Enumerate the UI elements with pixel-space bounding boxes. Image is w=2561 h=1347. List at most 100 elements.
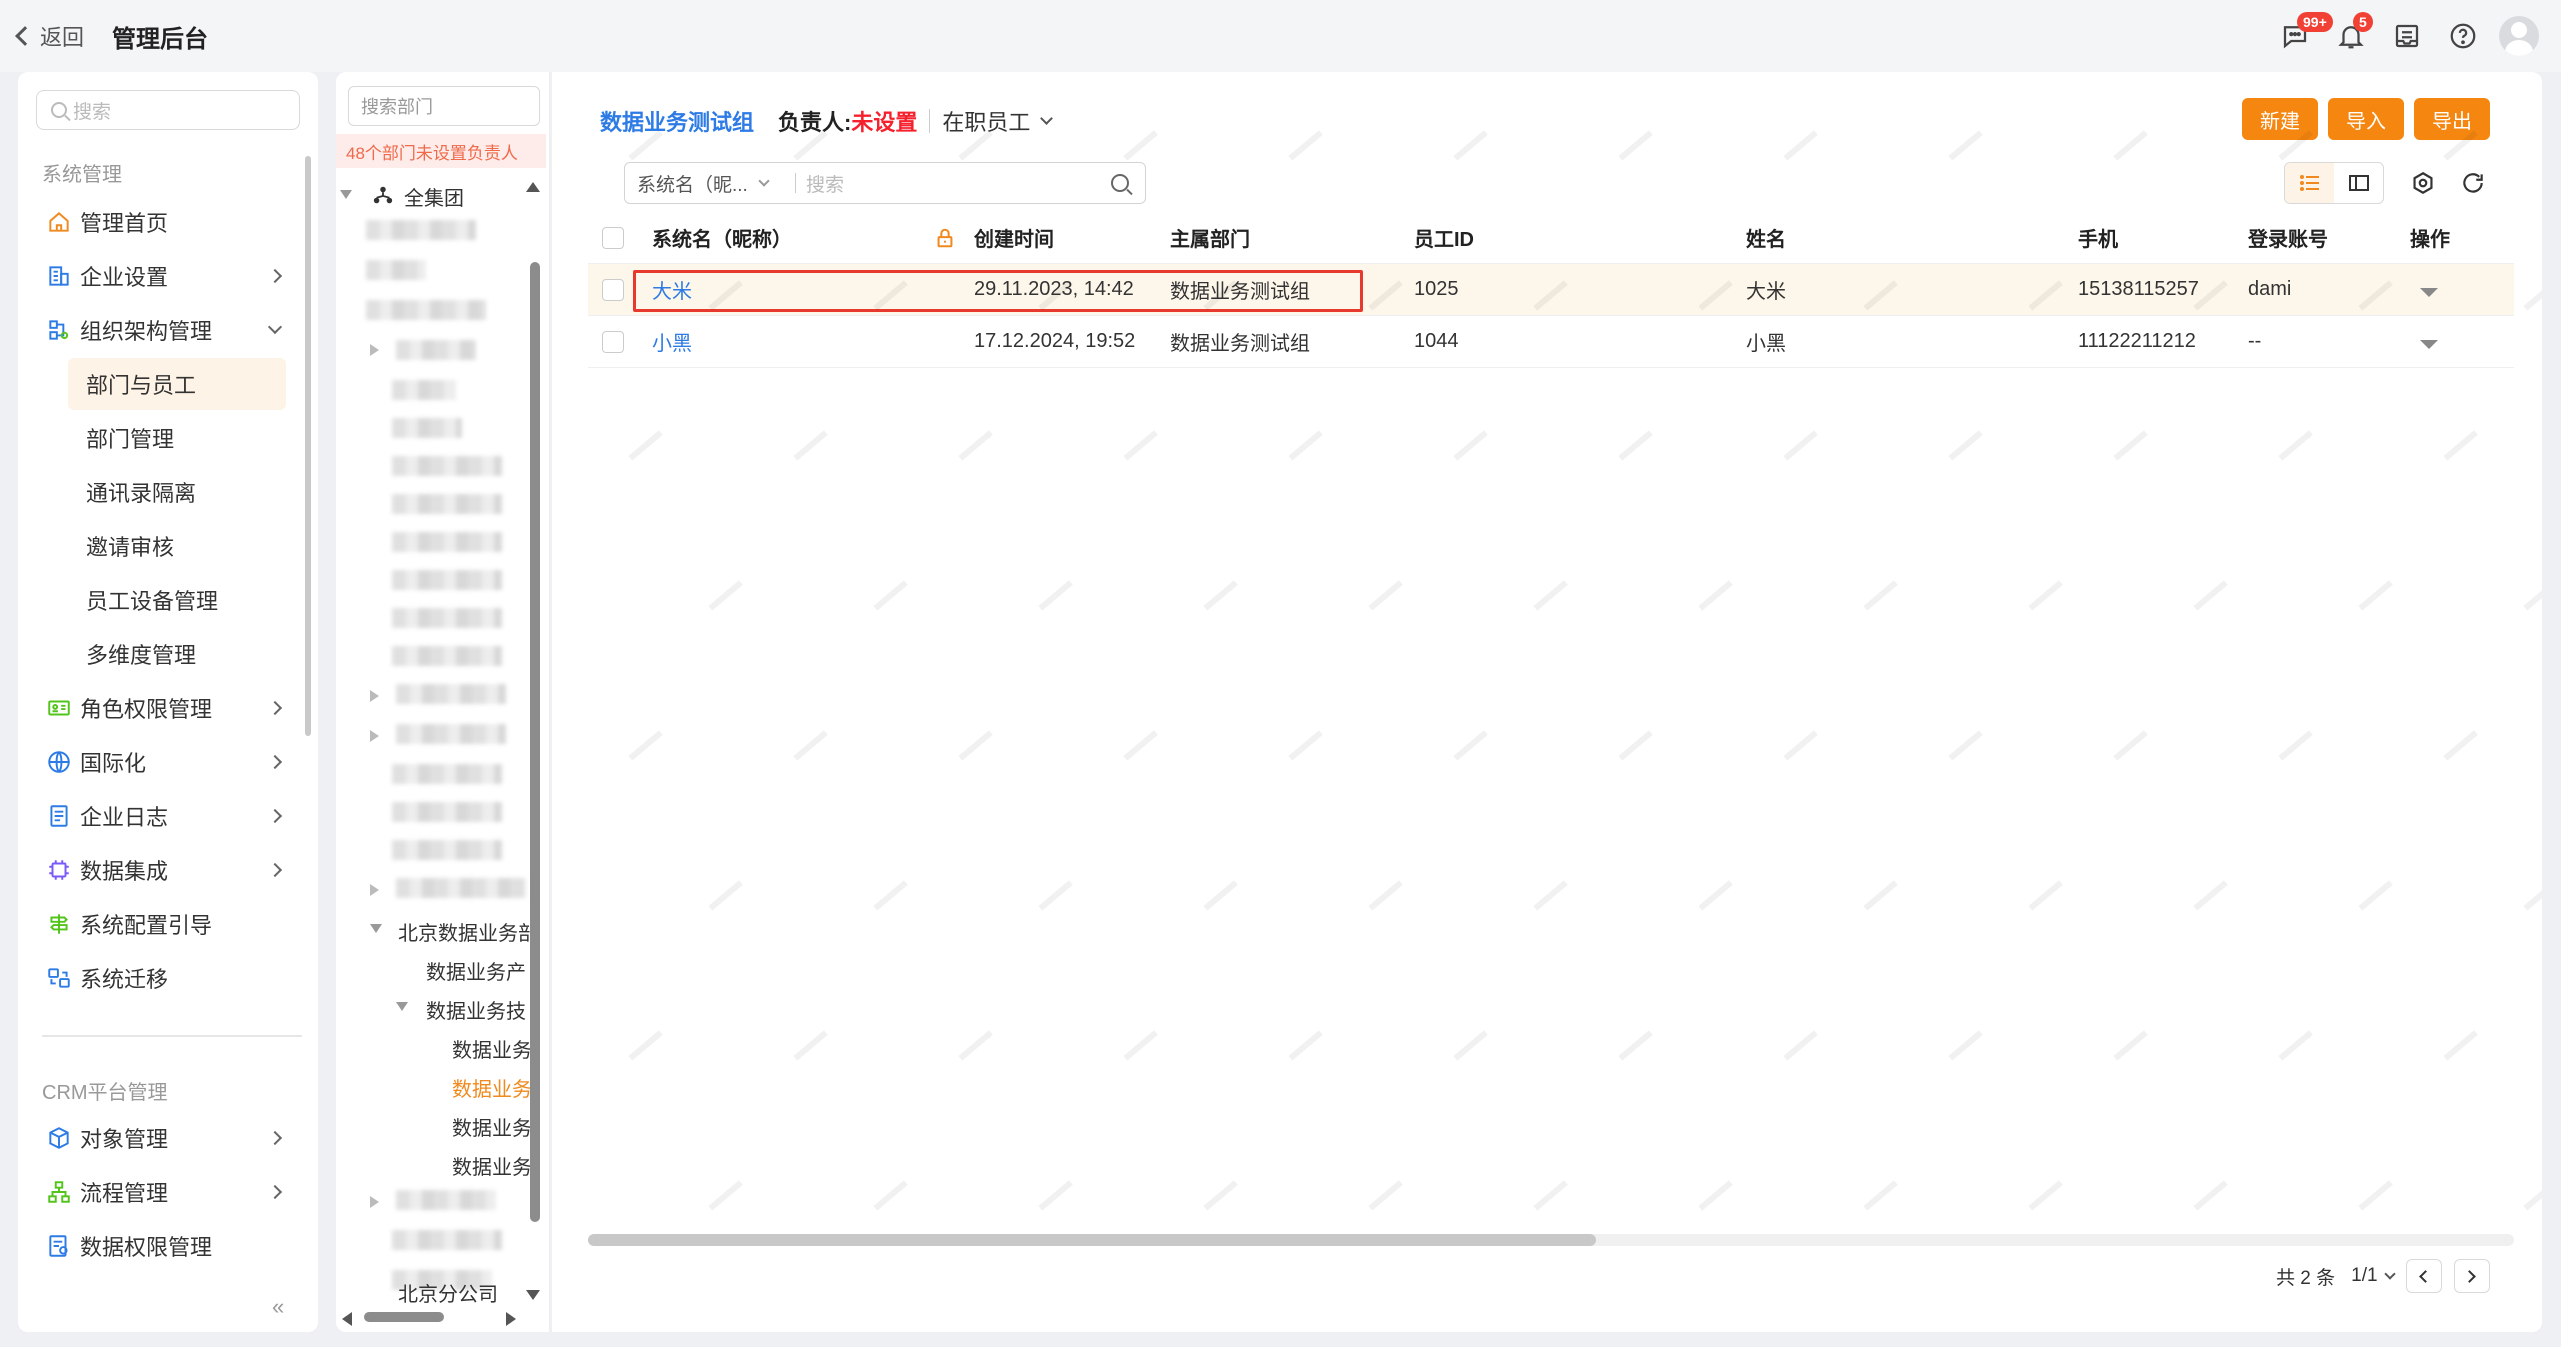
col-account[interactable]: 登录账号 <box>2248 223 2328 252</box>
tree-vertical-scrollbar[interactable] <box>530 262 540 1222</box>
row-nickname-link[interactable]: 小黑 <box>652 327 692 356</box>
lock-icon[interactable] <box>934 226 956 250</box>
tree-node-beijing-data[interactable]: 北京数据业务部 <box>398 917 538 946</box>
tree-node-leaf[interactable]: 数据业务 <box>452 1112 532 1141</box>
row-name: 小黑 <box>1746 333 1786 355</box>
scroll-down-icon[interactable] <box>526 1290 540 1300</box>
sidebar-sub-dept-employee[interactable]: 部门与员工 <box>68 358 286 410</box>
group-crm-label: CRM平台管理 <box>42 1082 168 1104</box>
table-row[interactable]: 大米 29.11.2023, 14:42 数据业务测试组 1025 大米 151… <box>588 264 2514 316</box>
caret-right-icon[interactable] <box>370 730 379 742</box>
sidebar-item-label: 国际化 <box>80 751 147 776</box>
sidebar-item-config-guide[interactable]: 系统配置引导 <box>38 898 294 950</box>
sidebar-search-input[interactable]: 搜索 <box>36 90 300 130</box>
sidebar-item-role-permissions[interactable]: 角色权限管理 <box>38 682 294 734</box>
owner-info[interactable]: 负责人:未设置 <box>778 105 917 137</box>
tasks-button[interactable] <box>2379 10 2435 62</box>
split-view-button[interactable] <box>2334 163 2383 203</box>
col-employee-id[interactable]: 员工ID <box>1414 223 1474 252</box>
sidebar-item-system-migration[interactable]: 系统迁移 <box>38 952 294 1004</box>
row-checkbox[interactable] <box>602 330 624 353</box>
caret-right-icon[interactable] <box>370 1196 379 1208</box>
next-page-button[interactable] <box>2453 1259 2490 1293</box>
import-button[interactable]: 导入 <box>2328 98 2404 140</box>
col-created[interactable]: 创建时间 <box>974 223 1054 252</box>
row-actions-dropdown[interactable] <box>2420 340 2438 349</box>
settings-button[interactable] <box>2408 168 2438 198</box>
caret-right-icon[interactable] <box>370 884 379 896</box>
sidebar-sub-invite-review[interactable]: 邀请审核 <box>68 520 288 572</box>
tree-horizontal-scrollbar[interactable] <box>364 1312 444 1322</box>
row-checkbox[interactable] <box>602 278 624 301</box>
caret-right-icon[interactable] <box>370 344 379 356</box>
new-button[interactable]: 新建 <box>2242 98 2318 140</box>
caret-down-icon[interactable] <box>370 924 382 933</box>
sidebar-item-object-management[interactable]: 对象管理 <box>38 1112 294 1164</box>
view-toggle <box>2284 162 2384 204</box>
col-nickname[interactable]: 系统名（昵称） <box>652 223 792 252</box>
col-name[interactable]: 姓名 <box>1746 223 1786 252</box>
sidebar-item-flow-management[interactable]: 流程管理 <box>38 1166 294 1218</box>
sidebar-collapse-button[interactable]: « <box>272 1294 284 1320</box>
search-field-select[interactable]: 系统名（昵... <box>625 170 785 197</box>
sidebar-search-placeholder: 搜索 <box>73 101 112 123</box>
scroll-left-icon[interactable] <box>342 1312 352 1326</box>
caret-down-icon[interactable] <box>340 190 352 199</box>
home-icon <box>49 212 69 232</box>
dept-owner-warning[interactable]: 48个部门未设置负责人 <box>336 134 546 168</box>
help-button[interactable] <box>2435 10 2491 62</box>
search-icon <box>51 102 67 118</box>
tree-node-selected[interactable]: 数据业务 <box>452 1073 532 1102</box>
employee-status-select[interactable]: 在职员工 <box>942 105 1054 137</box>
row-phone: 15138115257 <box>2078 278 2199 300</box>
col-dept[interactable]: 主属部门 <box>1170 223 1250 252</box>
redacted-node <box>396 878 526 898</box>
sidebar-sub-dept-management[interactable]: 部门管理 <box>68 412 288 464</box>
scroll-right-icon[interactable] <box>506 1312 516 1326</box>
table-scrollbar[interactable] <box>588 1234 1596 1246</box>
sidebar-item-enterprise-log[interactable]: 企业日志 <box>38 790 294 842</box>
caret-down-icon[interactable] <box>396 1002 408 1011</box>
top-bar: 返回 管理后台 99+ 5 <box>0 0 2561 72</box>
row-created: 17.12.2024, 19:52 <box>974 330 1136 352</box>
search-icon[interactable] <box>1111 174 1129 192</box>
scroll-up-icon[interactable] <box>526 182 540 192</box>
tree-node-beijing-branch[interactable]: 北京分公司 <box>398 1278 498 1307</box>
sidebar-item-org-management[interactable]: 组织架构管理 <box>38 304 294 356</box>
chevron-down-icon <box>758 174 770 187</box>
export-button[interactable]: 导出 <box>2414 98 2490 140</box>
sidebar-item-data-permission[interactable]: 数据权限管理 <box>38 1220 294 1272</box>
user-avatar[interactable] <box>2499 16 2539 56</box>
sidebar-sub-contact-isolation[interactable]: 通讯录隔离 <box>68 466 288 518</box>
sidebar-item-enterprise-settings[interactable]: 企业设置 <box>38 250 294 302</box>
sidebar-sub-multi-dimension[interactable]: 多维度管理 <box>68 628 288 680</box>
table-row[interactable]: 小黑 17.12.2024, 19:52 数据业务测试组 1044 小黑 111… <box>588 316 2514 368</box>
caret-right-icon[interactable] <box>370 690 379 702</box>
tree-node-root[interactable]: 全集团 <box>404 182 464 211</box>
employee-search-input[interactable]: 搜索 <box>806 170 1111 197</box>
tree-node-leaf[interactable]: 数据业务 <box>452 1151 532 1180</box>
row-actions-dropdown[interactable] <box>2420 288 2438 297</box>
col-phone[interactable]: 手机 <box>2078 223 2118 252</box>
tree-node-data-product[interactable]: 数据业务产 <box>426 956 526 985</box>
refresh-button[interactable] <box>2458 168 2488 198</box>
notification-button[interactable]: 5 <box>2323 10 2379 62</box>
back-button[interactable]: 返回 <box>15 20 84 52</box>
chat-button[interactable]: 99+ <box>2267 10 2333 62</box>
tree-node-leaf[interactable]: 数据业务 <box>452 1034 532 1063</box>
list-view-button[interactable] <box>2285 163 2334 203</box>
sidebar-scrollbar[interactable] <box>305 156 311 736</box>
select-all-checkbox[interactable] <box>602 226 624 249</box>
row-nickname-link[interactable]: 大米 <box>652 275 692 304</box>
redacted-node <box>392 456 502 476</box>
search-field-value: 系统名（昵... <box>637 174 748 196</box>
chevron-down-icon <box>267 319 283 335</box>
dept-search-input[interactable]: 搜索部门 <box>348 86 540 126</box>
sidebar-item-home[interactable]: 管理首页 <box>38 196 294 248</box>
page-select[interactable]: 1/1 <box>2351 1265 2396 1287</box>
tree-node-data-tech[interactable]: 数据业务技 <box>426 995 526 1024</box>
sidebar-item-i18n[interactable]: 国际化 <box>38 736 294 788</box>
prev-page-button[interactable] <box>2405 1259 2442 1293</box>
sidebar-item-data-integration[interactable]: 数据集成 <box>38 844 294 896</box>
sidebar-sub-device-management[interactable]: 员工设备管理 <box>68 574 288 626</box>
